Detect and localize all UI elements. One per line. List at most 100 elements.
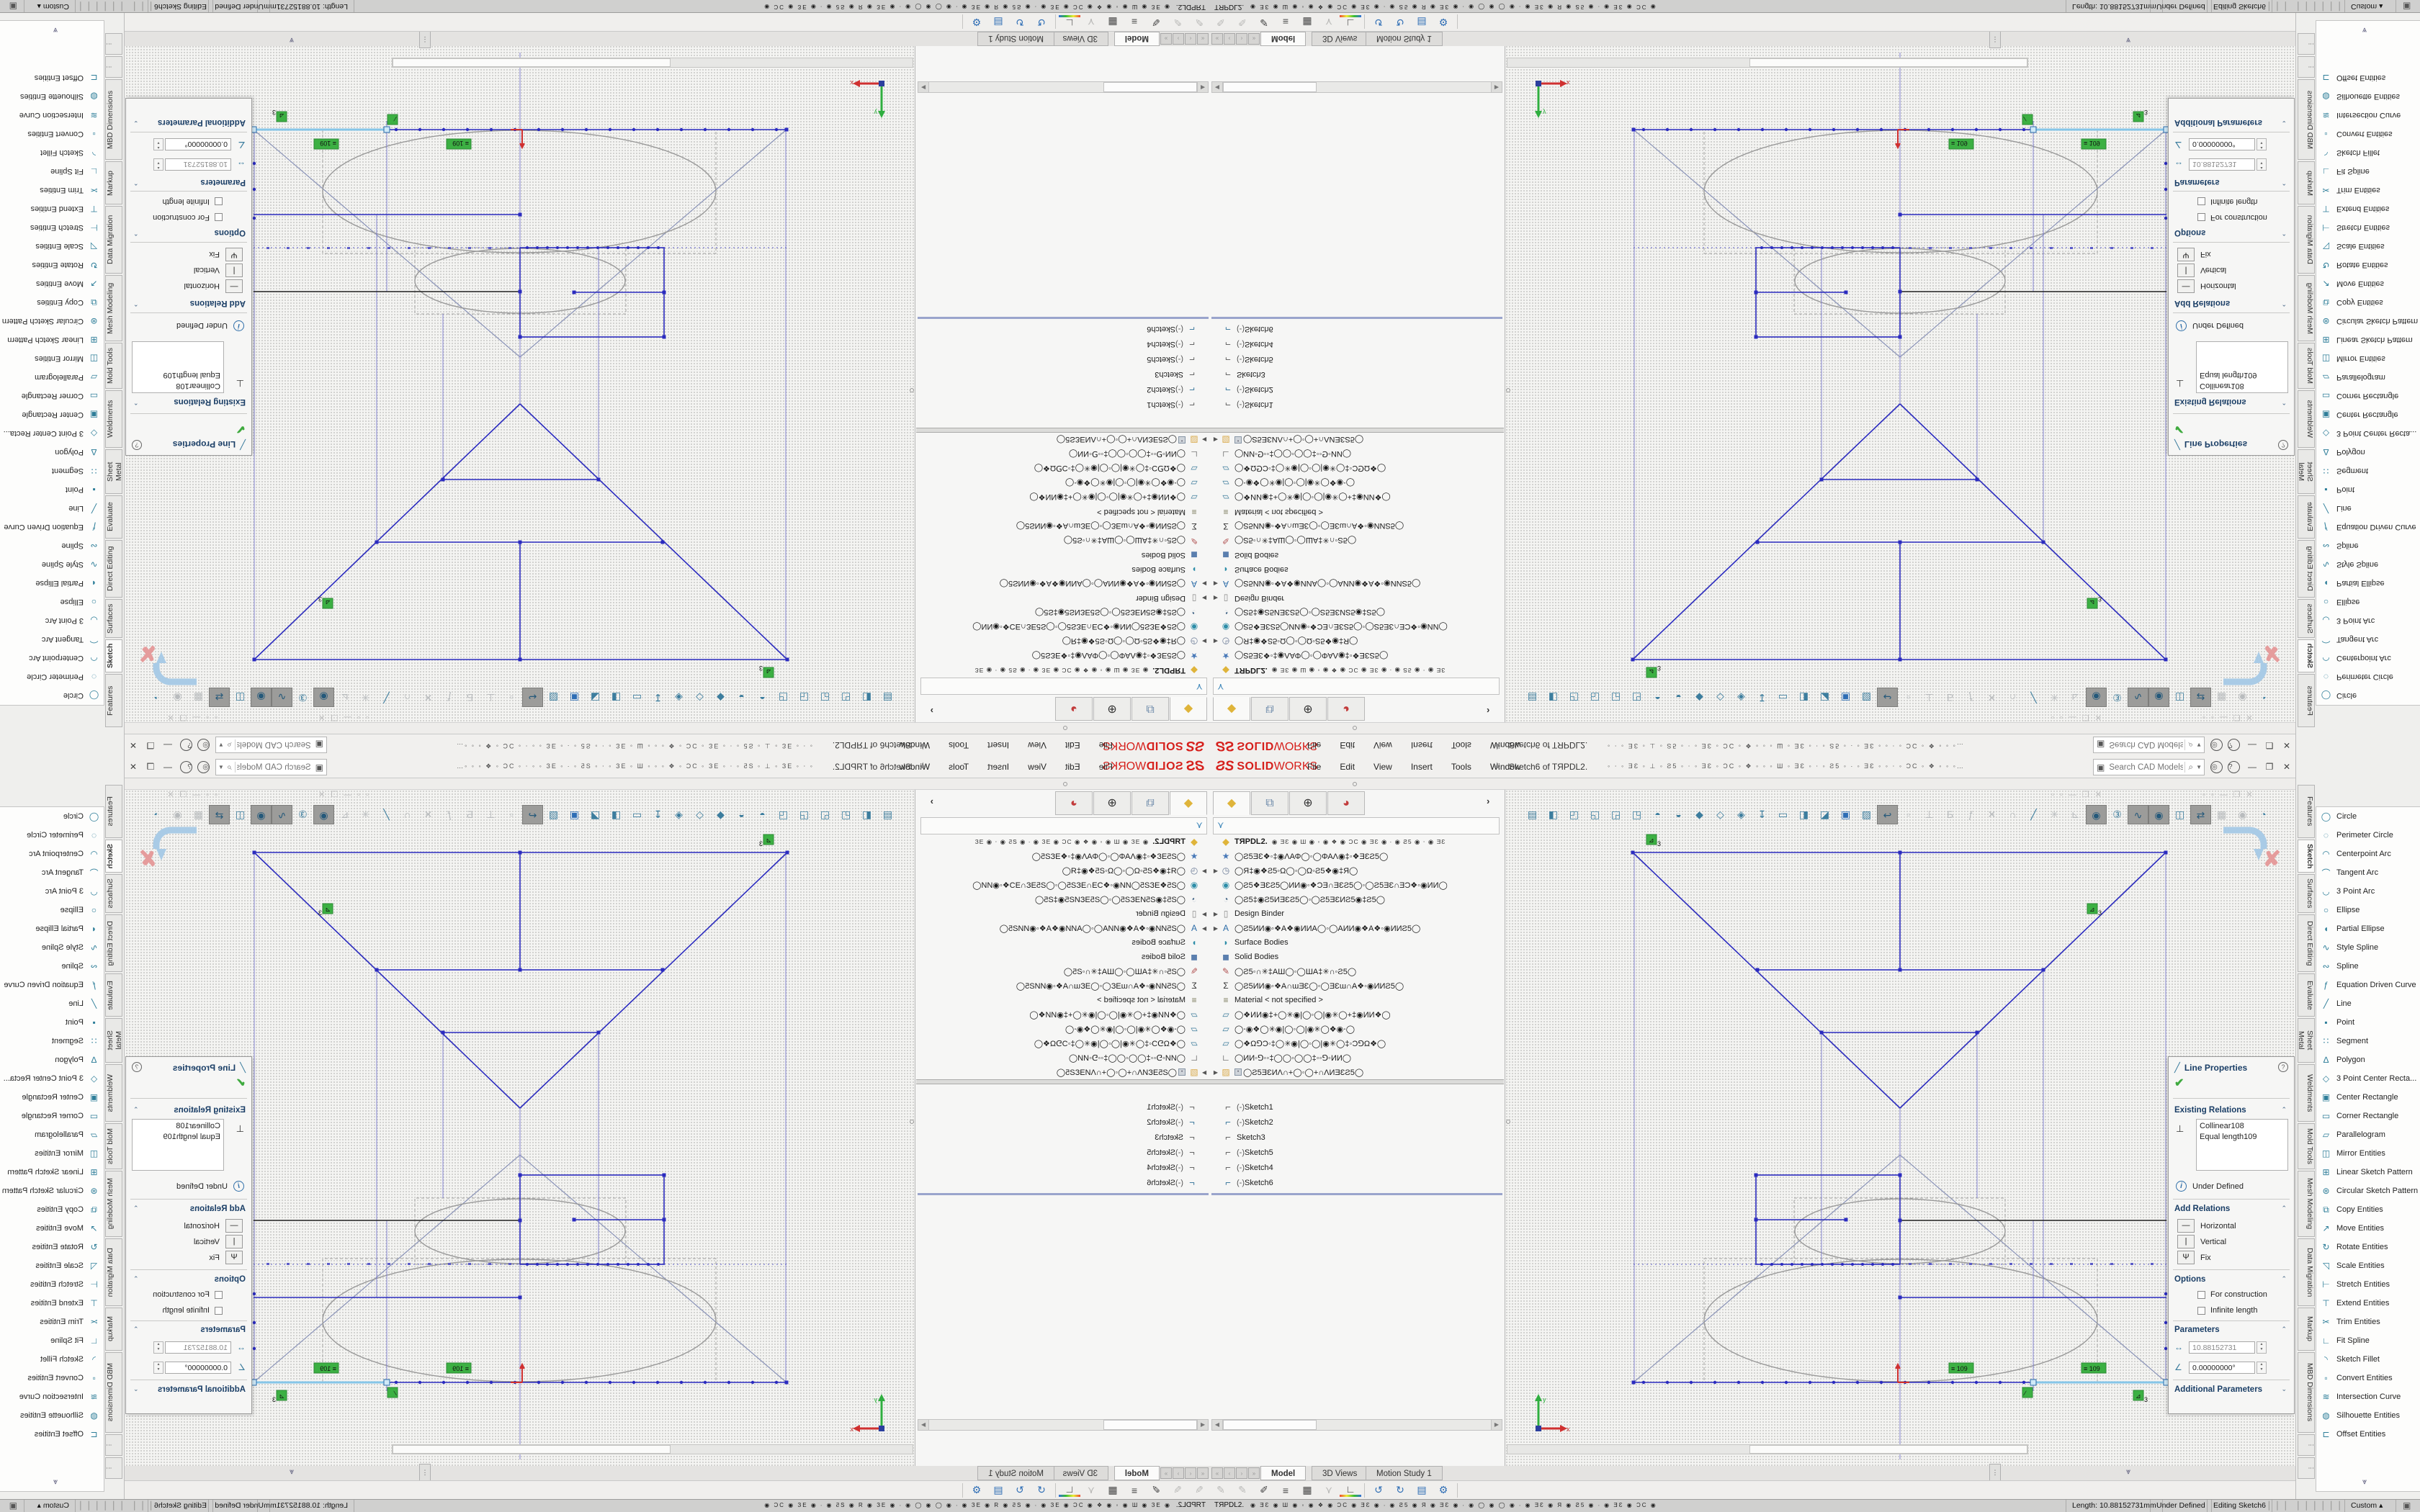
vertex-handle[interactable] xyxy=(573,291,576,294)
vertex-handle[interactable] xyxy=(1820,1031,1824,1035)
fix-relation-button[interactable]: ΨFix xyxy=(209,247,243,262)
vertical-relation-button[interactable]: |Vertical xyxy=(194,263,243,278)
tree-item-selection[interactable]: ◔◯Ƨ5‡◉Ƨ5ИƎƐƧ5◯◦◯Ƨ5ƎƐИƧ5◉‡Ƨ5◯ xyxy=(1211,892,1504,906)
tree-item-sketch6[interactable]: ⌐(-) Sketch6 xyxy=(916,1175,1209,1190)
commandmanager-collapsed-strip[interactable] xyxy=(125,778,1210,790)
flyout-copy-entities[interactable]: ⧉Copy Entities xyxy=(2316,293,2420,312)
spinner[interactable]: ▲▼ xyxy=(153,1341,163,1354)
menu-view[interactable]: View xyxy=(1018,734,1056,756)
vertex-handle[interactable] xyxy=(2164,658,2168,662)
tree-item-design-binder[interactable]: ▶▯Design Binder xyxy=(916,906,1209,921)
minimize-button[interactable]: — xyxy=(160,760,176,775)
flyout-equation-driven-curve[interactable]: ƒEquation Driven Curve xyxy=(0,976,104,994)
tab-overflow-button[interactable]: ⋮ xyxy=(1989,31,2001,48)
flyout-circular-sketch-pattern[interactable]: ⊛Circular Sketch Pattern xyxy=(0,1182,104,1200)
flyout-circular-sketch-pattern[interactable]: ⊛Circular Sketch Pattern xyxy=(2316,312,2420,330)
markup-grid-icon[interactable]: ▦ xyxy=(1296,1484,1318,1496)
menu-insert[interactable]: Insert xyxy=(978,734,1018,756)
tree-item-top-plane[interactable]: ▱◯⋅◉❖◯✳◉|◯◦◯|◉✳◯❖◉⋅◯ xyxy=(916,476,1209,490)
flyout-3-point-center-recta-[interactable]: ◇3 Point Center Recta... xyxy=(0,1069,104,1088)
help-icon[interactable]: ? xyxy=(2228,761,2240,773)
featuremanager-tree-tab[interactable]: ◆ xyxy=(1213,697,1250,721)
tree-item-sketch1[interactable]: ⌐(-) Sketch1 xyxy=(1211,1099,1504,1115)
scroll-thumb[interactable] xyxy=(1749,58,2027,67)
flyout-point[interactable]: ▪Point xyxy=(2316,1013,2420,1032)
expand-arrow-icon[interactable]: ▶ xyxy=(1211,868,1220,874)
tree-item-right-plane[interactable]: ▱◯❖Ω⅁Ɔ◦‡◯✳◉|◯◦◯|◉✳◯‡◦Ɔ⅁Ω❖◯ xyxy=(1211,462,1504,476)
doc-tab-3d-views[interactable]: 3D Views xyxy=(1312,1466,1368,1480)
flyout-point[interactable]: ▪Point xyxy=(2316,480,2420,499)
tree-item-sketch5[interactable]: ⌐(-) Sketch5 xyxy=(916,1145,1209,1160)
media-button[interactable]: › xyxy=(1173,1467,1184,1479)
tab-sheet-metal[interactable]: Sheet Metal xyxy=(105,449,122,494)
search-icon[interactable]: ⌕ xyxy=(224,762,236,773)
flyout-partial-ellipse[interactable]: ◖Partial Ellipse xyxy=(0,574,104,593)
flyout-line[interactable]: ╱Line xyxy=(2316,994,2420,1013)
expand-arrow-icon[interactable]: ▶ xyxy=(1200,1069,1209,1076)
fix-relation-button-icon[interactable]: Ψ xyxy=(225,1251,243,1264)
restore-button[interactable]: ❐ xyxy=(2262,737,2277,752)
media-button[interactable]: › xyxy=(1236,33,1247,45)
scroll-left-icon[interactable]: ◀ xyxy=(1212,1420,1223,1430)
snapshot-tool-icon[interactable]: ↺ xyxy=(1031,16,1052,28)
close-button[interactable]: ✕ xyxy=(125,760,141,775)
flyout-convert-entities[interactable]: ▫Convert Entities xyxy=(2316,1369,2420,1387)
tab-mold-tools[interactable]: Mold Tools xyxy=(2298,343,2315,389)
vertex-handle[interactable] xyxy=(375,541,379,544)
expand-arrow-icon[interactable]: ▶ xyxy=(1211,581,1220,588)
flyout-silhouette-entities[interactable]: ◍Silhouette Entities xyxy=(2316,1406,2420,1425)
flyout-corner-rectangle[interactable]: ▭Corner Rectangle xyxy=(2316,387,2420,405)
flyout-circular-sketch-pattern[interactable]: ⊛Circular Sketch Pattern xyxy=(0,312,104,330)
media-button[interactable]: » xyxy=(1248,33,1260,45)
tree-horizontal-scrollbar[interactable]: ◀ ▶ xyxy=(1211,81,1502,93)
vertex-handle[interactable] xyxy=(2164,851,2168,855)
spin-down-icon[interactable]: ▼ xyxy=(154,1367,163,1373)
menu-edit[interactable]: Edit xyxy=(1330,734,1364,756)
doc-tab-motion-study-1[interactable]: Motion Study 1 xyxy=(977,32,1054,46)
scroll-thumb[interactable] xyxy=(1749,1445,2027,1454)
flyout-ellipse[interactable]: ○Ellipse xyxy=(0,593,104,611)
flyout-equation-driven-curve[interactable]: ƒEquation Driven Curve xyxy=(2316,976,2420,994)
flyout-offset-entities[interactable]: ⊏Offset Entities xyxy=(0,1425,104,1444)
flyout-convert-entities[interactable]: ▫Convert Entities xyxy=(0,125,104,143)
flyout-trim-entities[interactable]: ✂Trim Entities xyxy=(0,1313,104,1331)
vertex-handle[interactable] xyxy=(1899,213,1902,217)
markup-filter-icon[interactable]: ⋎ xyxy=(1080,16,1102,28)
flyout-intersection-curve[interactable]: ≋Intersection Curve xyxy=(2316,1387,2420,1406)
spinner[interactable]: ▲▼ xyxy=(2257,159,2267,171)
tab-sketch[interactable]: Sketch xyxy=(2298,840,2315,873)
spinner[interactable]: ▲▼ xyxy=(153,159,163,171)
vertex-handle[interactable] xyxy=(2042,541,2045,544)
expand-arrow-icon[interactable]: ▶ xyxy=(1211,1069,1220,1076)
close-button[interactable]: ✕ xyxy=(2279,760,2295,775)
doc-tab-model[interactable]: Model xyxy=(1260,32,1306,46)
parameters-header[interactable]: Parameters xyxy=(200,1326,246,1334)
checkbox[interactable] xyxy=(2197,214,2205,222)
scroll-left-icon[interactable]: ◀ xyxy=(1212,82,1223,92)
flyout-center-rectangle[interactable]: ▣Center Rectangle xyxy=(0,405,104,424)
flyout-parallelogram[interactable]: ▱Parallelogram xyxy=(0,368,104,387)
tree-item-equations[interactable]: Σ◯Ƨ5ИИ◉◦❖Α∩ɯƎƐ◯◦◯ƎƐɯ∩Α❖◦◉ИИƧ5◯ xyxy=(1211,978,1504,993)
angle-parameter[interactable]: ∠0.00000000°▲▼ xyxy=(2174,1359,2267,1375)
tab-mold-tools[interactable]: Mold Tools xyxy=(105,343,122,389)
option-for-construction[interactable]: For construction xyxy=(153,211,223,224)
tree-root-item[interactable]: ◆TЯPDL2.◉ ƎƐ ◉ Ш ◉ ◦ ◉ ❖ ◉ ƆC ◉ ƎƐ ◉ ∙ ◉… xyxy=(916,834,1209,849)
more-tools-chevron[interactable]: ⩔ xyxy=(53,1477,58,1487)
panel-help-icon[interactable]: ? xyxy=(2278,1062,2288,1072)
media-button[interactable]: ‹ xyxy=(1185,33,1196,45)
snapshot-tool-icon[interactable]: ↺ xyxy=(1031,1484,1052,1496)
tree-splitter[interactable] xyxy=(1210,428,1504,433)
flyout-stretch-entities[interactable]: ⊢Stretch Entities xyxy=(2316,1275,2420,1294)
flyout-3-point-arc[interactable]: ◡3 Point Arc xyxy=(2316,611,2420,630)
checkbox[interactable] xyxy=(215,1307,223,1315)
vertex-handle[interactable] xyxy=(1845,291,1848,294)
spinner[interactable]: ▲▼ xyxy=(153,139,163,151)
flyout-convert-entities[interactable]: ▫Convert Entities xyxy=(0,1369,104,1387)
propertymanager-tab[interactable]: ⧉ xyxy=(1131,697,1169,721)
tab-mesh-modeling[interactable]: Mesh Modeling xyxy=(105,1171,122,1237)
featuremanager-tree-tab[interactable]: ◆ xyxy=(1170,791,1207,815)
markup-lines-icon[interactable]: ≡ xyxy=(1275,17,1296,28)
close-button[interactable]: ✕ xyxy=(2279,737,2295,752)
vertex-handle[interactable] xyxy=(1899,658,1902,662)
markup-lines-icon[interactable]: ≡ xyxy=(1275,1485,1296,1496)
